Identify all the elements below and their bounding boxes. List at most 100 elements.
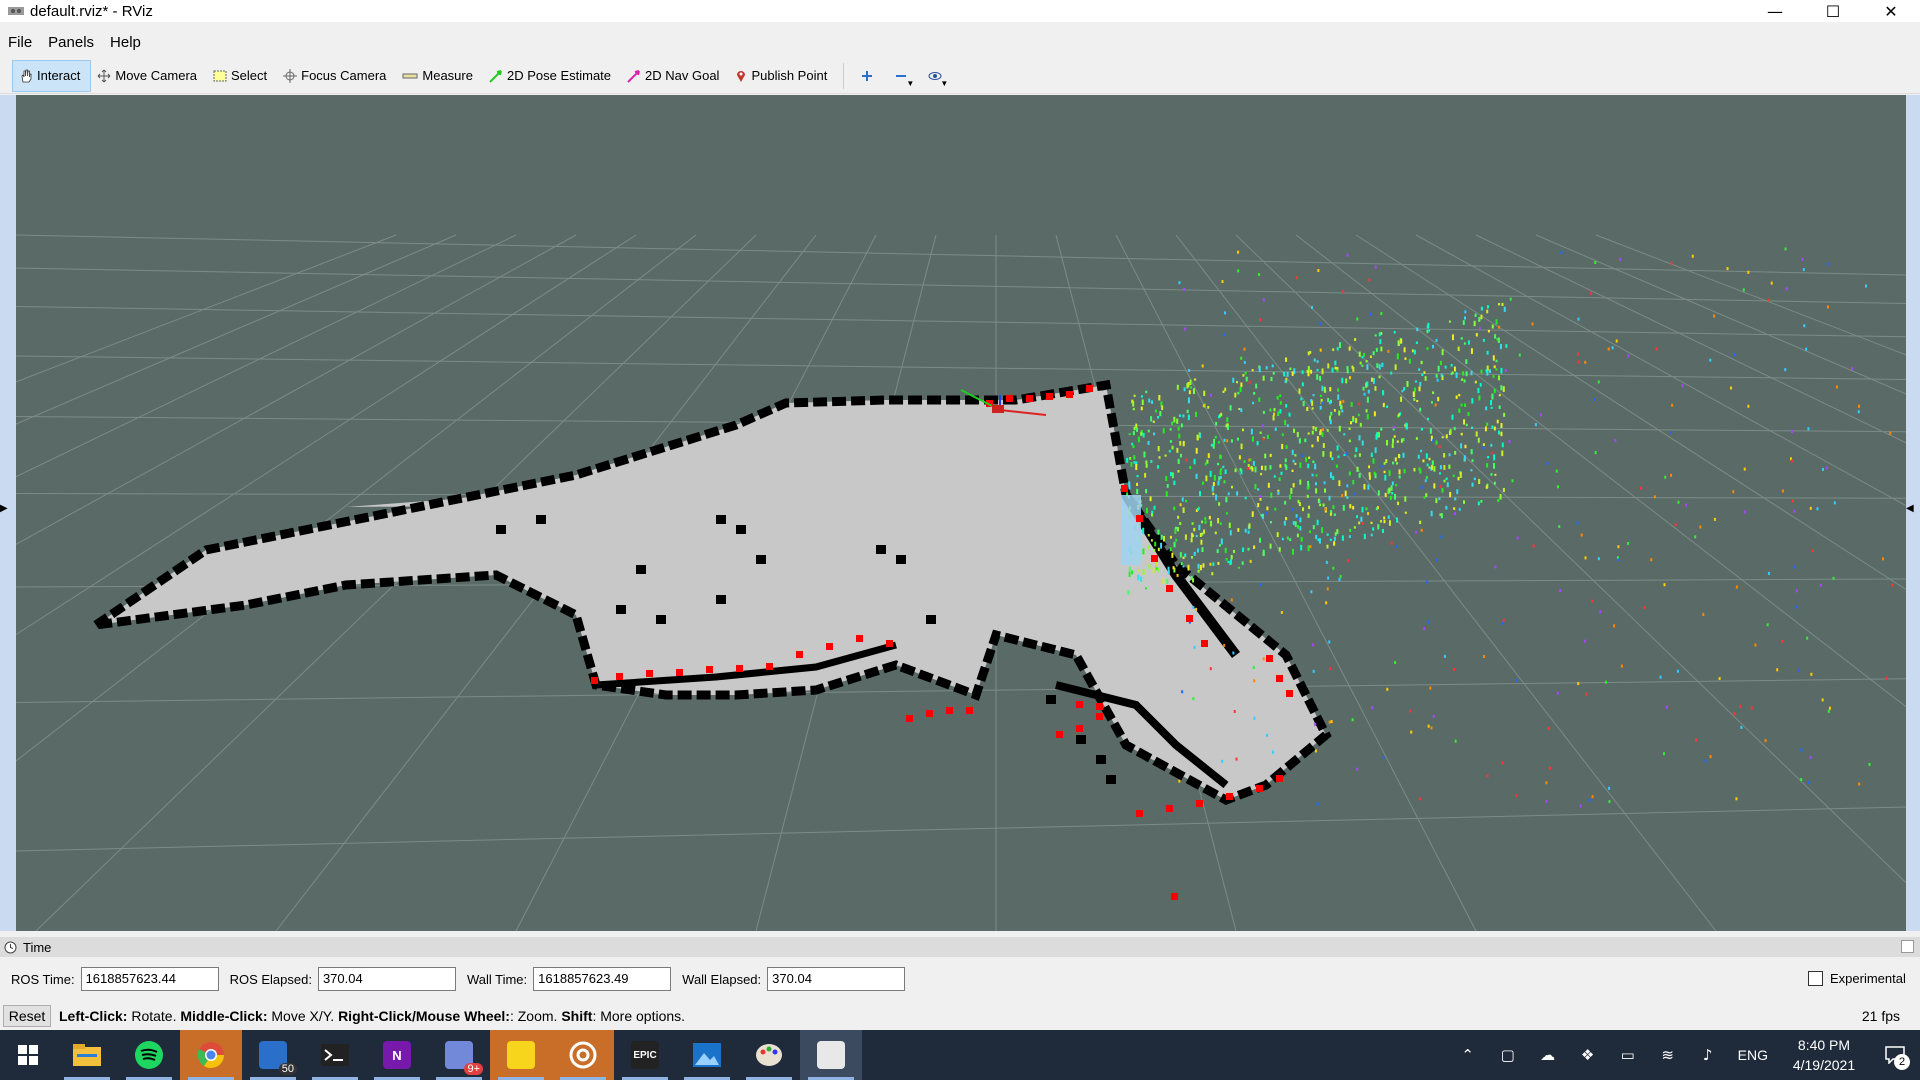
cloud-point — [1662, 752, 1665, 756]
cloud-point — [1299, 517, 1302, 523]
cloud-point — [1329, 419, 1332, 425]
menu-panels[interactable]: Panels — [40, 34, 102, 51]
show-hidden-icons-button[interactable]: ⌃ — [1448, 1030, 1488, 1080]
cloud-point — [1319, 431, 1322, 436]
taskbar-onenote[interactable]: N — [366, 1030, 428, 1080]
wall-time-field[interactable]: 1618857623.49 — [533, 967, 672, 991]
move-camera-tool[interactable]: Move Camera — [91, 60, 207, 92]
cloud-point — [1133, 394, 1136, 397]
cloud-point — [1376, 363, 1379, 368]
cloud-point — [1326, 544, 1329, 549]
cloud-point — [1224, 547, 1227, 554]
dropbox-icon[interactable]: ❖ — [1568, 1030, 1608, 1080]
cloud-point — [1395, 462, 1398, 465]
cloud-point — [1382, 402, 1385, 408]
wall-elapsed-field[interactable]: 370.04 — [767, 967, 906, 991]
taskbar-epic-games[interactable]: EPIC — [614, 1030, 676, 1080]
cloud-point — [1277, 411, 1280, 416]
taskbar-spotify[interactable] — [118, 1030, 180, 1080]
close-button[interactable]: ✕ — [1862, 0, 1920, 22]
cloud-point — [1148, 398, 1151, 403]
experimental-toggle[interactable]: Experimental — [1808, 971, 1906, 986]
pose-estimate-tool[interactable]: 2D Pose Estimate — [483, 60, 621, 92]
cloud-point — [1790, 459, 1793, 463]
taskbar-chrome[interactable] — [180, 1030, 242, 1080]
interact-tool[interactable]: Interact — [12, 59, 92, 92]
cloud-point — [1214, 531, 1217, 535]
discord-badge: 9+ — [464, 1063, 483, 1075]
cloud-point — [1413, 387, 1416, 392]
cloud-point — [1137, 574, 1140, 581]
title-bar: default.rviz* - RViz — ☐ ✕ — [0, 0, 1920, 22]
cloud-point — [1368, 475, 1371, 480]
cloud-point — [1499, 343, 1502, 350]
measure-tool[interactable]: Measure — [396, 60, 483, 92]
cloud-point — [1323, 386, 1326, 393]
cloud-point — [1188, 369, 1191, 373]
cloud-point — [1140, 431, 1143, 436]
experimental-checkbox[interactable] — [1808, 971, 1823, 986]
taskbar-discord[interactable]: 9+ — [428, 1030, 490, 1080]
cloud-point — [1418, 368, 1421, 371]
focus-camera-tool[interactable]: Focus Camera — [277, 60, 396, 92]
nav-goal-tool[interactable]: 2D Nav Goal — [621, 60, 729, 92]
minimize-button[interactable]: — — [1746, 0, 1804, 22]
add-tool-button[interactable] — [850, 60, 884, 92]
language-indicator[interactable]: ENG — [1728, 1047, 1778, 1063]
volume-icon[interactable]: ♪ — [1688, 1030, 1728, 1080]
remove-tool-button[interactable]: ▼ — [884, 60, 918, 92]
cloud-point — [1501, 761, 1504, 765]
3d-scene[interactable] — [16, 95, 1906, 931]
cloud-point — [1691, 254, 1694, 258]
cloud-point — [1172, 566, 1175, 570]
taskbar-origin[interactable] — [552, 1030, 614, 1080]
menu-file[interactable]: File — [0, 34, 40, 51]
ros-time-field[interactable]: 1618857623.44 — [80, 967, 219, 991]
cloud-point — [1351, 718, 1354, 722]
cloud-point — [1398, 475, 1401, 479]
cloud-point — [1178, 779, 1181, 783]
cloud-point — [1798, 668, 1801, 672]
taskbar-file-explorer[interactable] — [56, 1030, 118, 1080]
menu-help[interactable]: Help — [102, 34, 149, 51]
taskbar-mail[interactable]: 50 — [242, 1030, 304, 1080]
terminal-icon — [321, 1044, 349, 1066]
render-viewport[interactable] — [16, 95, 1906, 931]
view-tool-button[interactable]: ▼ — [918, 60, 952, 92]
battery-icon[interactable]: ▭ — [1608, 1030, 1648, 1080]
taskbar-rviz[interactable] — [800, 1030, 862, 1080]
taskbar-sticky-notes[interactable] — [490, 1030, 552, 1080]
taskbar-paint[interactable] — [738, 1030, 800, 1080]
measure-label: Measure — [422, 68, 473, 83]
cloud-point — [1502, 618, 1505, 622]
taskbar-photos[interactable] — [676, 1030, 738, 1080]
publish-point-tool[interactable]: Publish Point — [729, 60, 837, 92]
cloud-point — [1291, 371, 1294, 376]
cloud-point — [1532, 544, 1535, 548]
cloud-point — [1338, 410, 1341, 416]
undock-panel-button[interactable] — [1901, 940, 1914, 953]
cloud-point — [1182, 414, 1185, 418]
reset-button[interactable]: Reset — [3, 1005, 51, 1027]
action-center-button[interactable]: 2 — [1870, 1030, 1920, 1080]
clock-icon — [4, 941, 17, 953]
cloud-point — [1501, 302, 1504, 306]
cloud-point — [1560, 251, 1563, 255]
cloud-point — [1131, 570, 1134, 575]
cloud-point — [1277, 491, 1280, 495]
start-button[interactable] — [0, 1030, 56, 1080]
right-dock-handle[interactable]: ◀ — [1906, 95, 1920, 931]
maximize-button[interactable]: ☐ — [1804, 0, 1862, 22]
taskbar-clock[interactable]: 8:40 PM 4/19/2021 — [1778, 1035, 1870, 1075]
taskbar-terminal[interactable] — [304, 1030, 366, 1080]
onedrive-icon[interactable]: ☁ — [1528, 1030, 1568, 1080]
cloud-point — [1456, 489, 1459, 495]
cloud-point — [1188, 390, 1191, 395]
ros-elapsed-field[interactable]: 370.04 — [317, 967, 456, 991]
cloud-point — [1291, 508, 1294, 512]
wifi-icon[interactable]: ≋ — [1648, 1030, 1688, 1080]
cloud-point — [1764, 739, 1767, 743]
select-tool[interactable]: Select — [207, 60, 277, 92]
meet-now-icon[interactable]: ▢ — [1488, 1030, 1528, 1080]
left-dock-handle[interactable]: ▶ — [0, 95, 16, 931]
